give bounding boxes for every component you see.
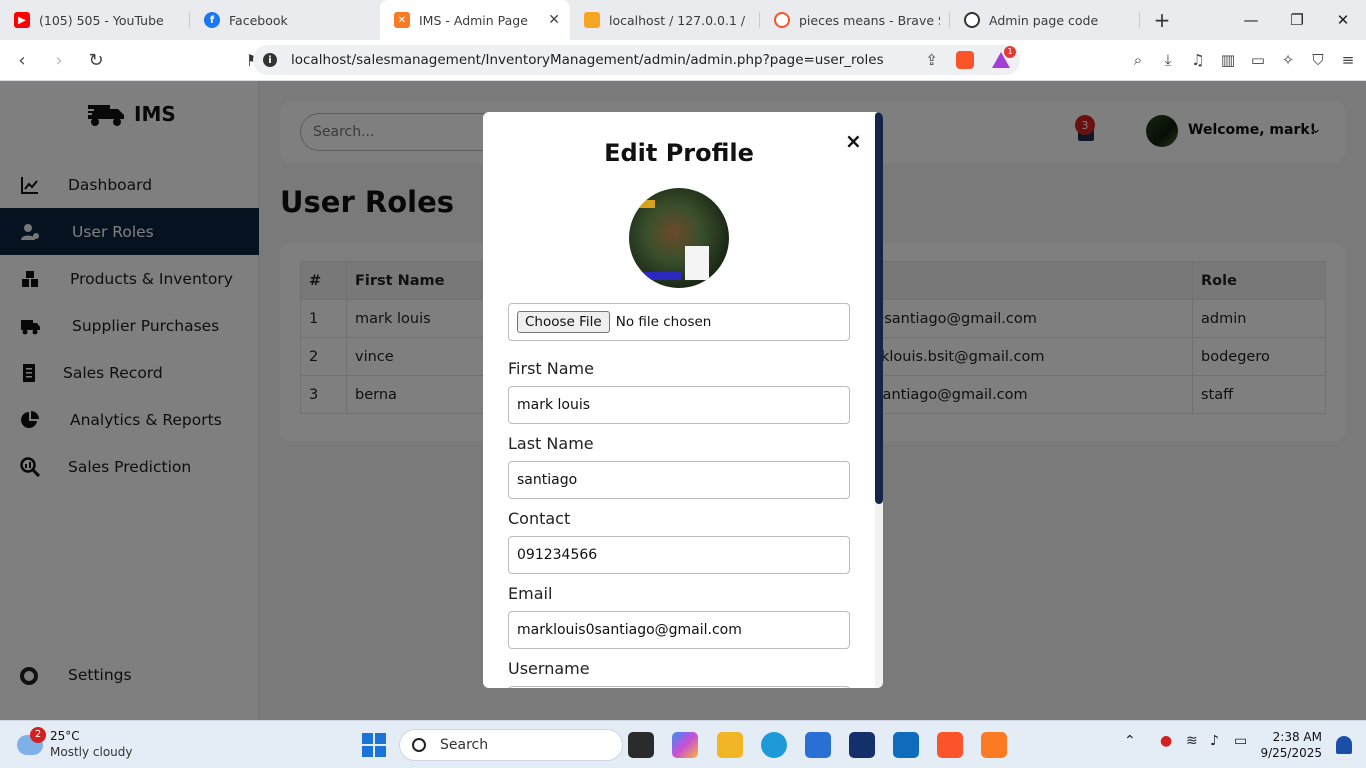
reload-icon[interactable]: ↻ (81, 45, 111, 75)
task-view-icon[interactable] (628, 732, 654, 758)
tab-phpmyadmin[interactable]: localhost / 127.0.0.1 / supe (570, 0, 760, 40)
window-controls: — ❐ ✕ (1228, 0, 1366, 40)
email-field[interactable]: marklouis0santiago@gmail.com (508, 611, 850, 649)
search-icon (412, 738, 426, 752)
tab-title: IMS - Admin Page (419, 12, 528, 28)
contact-value: 091234566 (517, 547, 598, 563)
vpn-icon[interactable]: ⛉ (1308, 46, 1328, 74)
close-window-icon[interactable]: ✕ (1320, 0, 1366, 40)
file-status: No file chosen (615, 314, 712, 330)
address-toolbar: ‹ › ↻ ⚑ i localhost/salesmanagement/Inve… (0, 40, 1366, 81)
choose-file-button[interactable]: Choose File (517, 311, 610, 333)
url-field[interactable]: i localhost/salesmanagement/InventoryMan… (253, 45, 1020, 75)
tab-ims-admin[interactable]: ✕ IMS - Admin Page ✕ (380, 0, 570, 40)
last-name-label: Last Name (508, 434, 594, 453)
clock-date: 9/25/2025 (1260, 746, 1322, 760)
tab-title: Facebook (229, 12, 288, 28)
site-info-icon[interactable]: i (263, 53, 277, 67)
scrollbar-thumb[interactable] (875, 112, 883, 504)
battery-icon[interactable]: ▭ (1234, 733, 1247, 749)
tab-title: Admin page code (989, 12, 1099, 28)
copilot-icon[interactable] (672, 732, 698, 758)
clock[interactable]: 2:38 AM 9/25/2025 (1260, 729, 1322, 761)
file-explorer-icon[interactable] (717, 732, 743, 758)
brave-icon[interactable] (937, 732, 963, 758)
modal-title: Edit Profile (604, 139, 754, 167)
last-name-value: santiago (517, 472, 578, 488)
weather-badge: 2 (30, 727, 46, 743)
contact-field[interactable]: 091234566 (508, 536, 850, 574)
email-label: Email (508, 584, 553, 603)
minimize-icon[interactable]: — (1228, 0, 1274, 40)
first-name-field[interactable]: mark louis (508, 386, 850, 424)
download-icon[interactable]: ⤓ (1158, 46, 1178, 74)
volume-icon[interactable]: ♪ (1210, 733, 1219, 749)
clock-time: 2:38 AM (1272, 730, 1322, 744)
media-icon[interactable]: ♫ (1188, 46, 1208, 74)
browser-tab-strip: ▶ (105) 505 - YouTube f Facebook ✕ IMS -… (0, 0, 1366, 40)
tab-title: localhost / 127.0.0.1 / supe (609, 12, 750, 28)
tab-title: (105) 505 - YouTube (39, 12, 164, 28)
xampp-taskbar-icon[interactable] (981, 732, 1007, 758)
first-name-value: mark louis (517, 397, 591, 413)
weather-condition: Mostly cloudy (50, 745, 133, 759)
notification-bell-icon[interactable] (1336, 736, 1352, 754)
chevron-up-icon[interactable]: ⌃ (1124, 733, 1136, 749)
tab-facebook[interactable]: f Facebook (190, 0, 380, 40)
wallet-icon[interactable]: ▭ (1248, 46, 1268, 74)
outlook-icon[interactable] (893, 732, 919, 758)
sidebar-toggle-icon[interactable]: ▥ (1218, 46, 1238, 74)
tab-chatgpt[interactable]: Admin page code (950, 0, 1140, 40)
youtube-icon: ▶ (14, 12, 30, 28)
new-tab-button[interactable]: + (1148, 8, 1176, 32)
last-name-field[interactable]: santiago (508, 461, 850, 499)
wifi-icon[interactable]: ≋ (1186, 733, 1198, 749)
share-icon[interactable]: ⇪ (925, 51, 938, 69)
brave-shields-icon[interactable] (956, 51, 974, 69)
taskbar-search[interactable]: Search (399, 729, 623, 761)
first-name-label: First Name (508, 359, 594, 378)
tab-youtube[interactable]: ▶ (105) 505 - YouTube (0, 0, 190, 40)
phpmyadmin-icon (584, 12, 600, 28)
taskbar: 2 25°C Mostly cloudy Search ⌃ ● ≋ ♪ ▭ 2:… (0, 720, 1366, 768)
chatgpt-icon (964, 12, 980, 28)
modal-scrollbar[interactable] (875, 112, 883, 688)
tab-brave-search[interactable]: pieces means - Brave Searc (760, 0, 950, 40)
email-value: marklouis0santiago@gmail.com (517, 622, 742, 638)
profile-picture (629, 188, 729, 288)
xampp-icon: ✕ (394, 12, 410, 28)
brave-search-icon (774, 12, 790, 28)
username-field[interactable] (508, 686, 850, 688)
leo-ai-icon[interactable]: ✧ (1278, 46, 1298, 74)
close-icon[interactable]: × (845, 129, 862, 153)
back-arrow-icon[interactable]: ‹ (7, 45, 37, 75)
username-label: Username (508, 659, 590, 678)
menu-icon[interactable]: ≡ (1338, 46, 1358, 74)
browser-actions: ⌕ ⤓ ♫ ▥ ▭ ✧ ⛉ ≡ (1128, 46, 1358, 74)
contact-label: Contact (508, 509, 571, 528)
recording-icon[interactable]: ● (1160, 733, 1172, 749)
taskbar-search-label: Search (440, 737, 489, 753)
edit-profile-modal: Edit Profile × Choose File No file chose… (483, 112, 883, 688)
tab-search-icon[interactable]: ⌕ (1128, 46, 1148, 74)
forward-arrow-icon[interactable]: › (44, 45, 74, 75)
file-input[interactable]: Choose File No file chosen (508, 303, 850, 341)
lenovo-icon[interactable] (849, 732, 875, 758)
close-tab-icon[interactable]: ✕ (548, 12, 560, 28)
facebook-icon: f (204, 12, 220, 28)
edge-icon[interactable] (761, 732, 787, 758)
url-text: localhost/salesmanagement/InventoryManag… (291, 52, 884, 68)
rewards-badge: 1 (1004, 46, 1016, 58)
start-button[interactable] (362, 733, 386, 757)
store-icon[interactable] (805, 732, 831, 758)
tab-title: pieces means - Brave Searc (799, 12, 940, 28)
web-page: IMS Dashboard User Roles Products & Inve… (0, 81, 1366, 720)
maximize-icon[interactable]: ❐ (1274, 0, 1320, 40)
temperature: 25°C (50, 729, 80, 743)
